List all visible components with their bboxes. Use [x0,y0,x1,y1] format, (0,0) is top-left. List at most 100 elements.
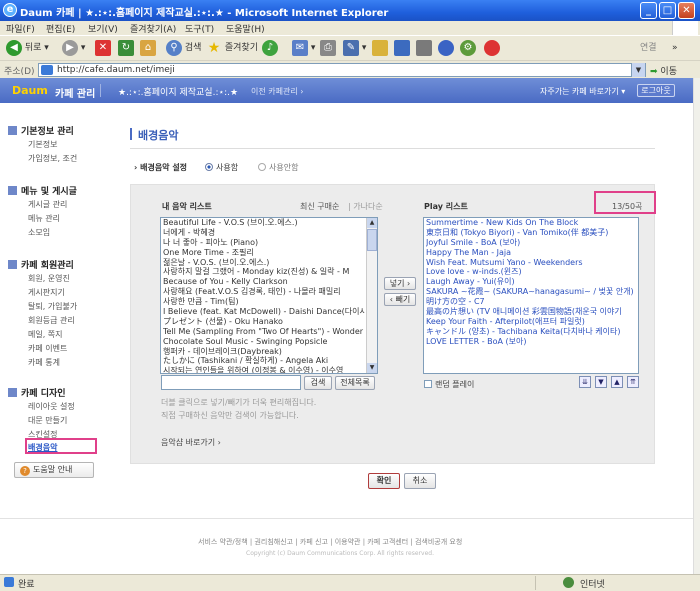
sort-abc-link[interactable]: | 가나다순 [348,201,383,212]
sidebar-section-menu[interactable]: 메뉴 및 게시글 [8,184,77,197]
sidebar-item-withdrawal[interactable]: 탈퇴, 가입불가 [28,301,77,312]
cafe-admin-title[interactable]: 카페 관리 [55,85,95,100]
discuss-button[interactable] [372,39,388,58]
messenger-button[interactable] [394,39,410,58]
sidebar-section-design[interactable]: 카페 디자인 [8,386,66,399]
my-list-item[interactable]: 나 너 좋아 - 피아노 (Piano) [163,238,365,248]
my-list-item[interactable]: 사랑하지 말걸 그랬어 - Monday kiz(진성) & 일락 - M [163,267,365,277]
move-bottom-button[interactable]: ⇊ [579,376,591,388]
favorites-button[interactable]: ★ 즐겨찾기 [206,39,258,58]
sidebar-item-events[interactable]: 카페 이벤트 [28,343,67,354]
my-list-scrollbar[interactable]: ▲ ▼ [366,218,377,373]
my-list-item[interactable]: Chocolate Soul Music - Swinging Popsicle [163,337,365,347]
links-label[interactable]: 연결 [640,39,657,58]
music-shop-link[interactable]: 음악샵 바로가기 › [161,437,221,448]
my-list-item[interactable]: Tell Me (Sampling From "Two Of Hearts") … [163,327,365,337]
sidebar-item-posts[interactable]: 게시글 관리 [28,199,67,210]
my-list-item[interactable]: たしかに (Tashikani / 확실하게) - Angela Aki [163,356,365,366]
my-list-item[interactable]: 사랑한 만큼 - Tim(팀) [163,297,365,307]
confirm-button[interactable]: 확인 [368,473,400,489]
sidebar-item-board-keepers[interactable]: 게시판지기 [28,287,65,298]
sidebar-item-join-info[interactable]: 가입정보, 조건 [28,153,77,164]
toolbar-overflow-icon[interactable]: » [672,39,678,58]
help-button[interactable]: ? 도움말 안내 [14,462,94,478]
move-top-button[interactable]: ⇈ [627,376,639,388]
play-list-item[interactable]: キャンドル (양초) - Tachibana Keita(다치바나 케이타) [426,327,636,337]
my-list-item[interactable]: 시작되는 연인들을 위하여 (이정봉 & 이수영) - 이수영 [163,366,365,373]
remove-button[interactable]: ‹ 빼기 [384,293,416,306]
play-list-item[interactable]: 最高の片想い (TV 애니메이션 彩雲国物語(채운국 이야기 [426,307,636,317]
footer-links[interactable]: 서비스 약관/정책 | 권리침해신고 | 카페 신고 | 이용약관 | 카페 고… [198,537,462,547]
nouse-radio[interactable]: 사용안함 [258,162,298,173]
mail-button[interactable]: ✉ ▾ [292,39,315,58]
play-list-item[interactable]: Love love - w-inds.(윈즈) [426,267,636,277]
my-list-item[interactable]: プレゼント (선물) - Oku Hanako [163,317,365,327]
scroll-thumb[interactable] [367,229,377,251]
my-list-item[interactable]: 너에게 - 박혜경 [163,228,365,238]
minimize-button[interactable]: _ [640,2,657,19]
print-button[interactable]: ⎙ [320,39,336,58]
sidebar-item-mail[interactable]: 메일, 쪽지 [28,329,63,340]
daum-logo[interactable]: Daum [12,84,48,97]
menu-edit[interactable]: 편집(E) [46,22,75,35]
music-search-input[interactable] [161,375,301,390]
sidebar-item-basic-info[interactable]: 기본정보 [28,139,57,150]
media-button[interactable]: ♪ [262,39,278,58]
my-list-item[interactable]: I Believe (feat. Kat McDowell) - Daishi … [163,307,365,317]
menu-help[interactable]: 도움말(H) [226,22,265,35]
prev-cafe-link[interactable]: 이전 카페관리 › [251,86,303,97]
music-search-button[interactable]: 검색 [304,376,332,390]
use-radio[interactable]: 사용함 [205,162,238,173]
my-list-item[interactable]: 행퍼카 - 데이브레이크(Daybreak) [163,347,365,357]
sort-recent-link[interactable]: 최신 구매순 [300,201,339,212]
play-list-item[interactable]: LOVE LETTER - BoA (보아) [426,337,636,347]
my-list-item[interactable]: Because of You - Kelly Clarkson [163,277,365,287]
sidebar-section-basic[interactable]: 기본정보 관리 [8,124,74,137]
my-music-list[interactable]: Beautiful Life - V.O.S (브이.오.에스.) 너에게 - 박… [160,217,378,374]
page-scrollbar[interactable] [693,78,700,574]
sidebar-item-layout[interactable]: 레이아웃 설정 [28,401,75,412]
scroll-up-icon[interactable]: ▲ [367,218,377,228]
add-button[interactable]: 넣기 › [384,277,416,290]
play-list-item[interactable]: Keep Your Faith - Afterpilot(애프터 파일럿) [426,317,636,327]
all-list-button[interactable]: 전체목록 [335,376,375,390]
address-input[interactable]: http://cafe.daum.net/imeji ▼ [38,63,646,77]
play-list-item[interactable]: Summertime - New Kids On The Block [426,218,636,228]
search-button[interactable]: ⚲ 검색 [166,39,201,58]
refresh-button[interactable]: ↻ [118,39,134,58]
maximize-button[interactable]: □ [659,2,676,19]
play-list-item[interactable]: Joyful Smile - BoA (보아) [426,238,636,248]
menu-tools[interactable]: 도구(T) [185,22,214,35]
home-button[interactable]: ⌂ [140,39,156,58]
extra-button-3[interactable] [484,39,500,58]
sidebar-item-members[interactable]: 회원, 운영진 [28,273,70,284]
logout-button[interactable]: 로그아웃 [637,84,675,97]
sidebar-item-bgm[interactable]: 배경음악 [28,442,57,453]
my-list-item[interactable]: 사랑해요 (Feat.V.O.S 김경록, 태인) - 나몰라 패밀리 [163,287,365,297]
play-list-item[interactable]: Laugh Away - Yui(유이) [426,277,636,287]
sidebar-section-member[interactable]: 카페 회원관리 [8,258,74,271]
my-list-item[interactable]: Beautiful Life - V.O.S (브이.오.에스.) [163,218,365,228]
play-list-item[interactable]: 東京日和 (Tokyo Biyori) - Van Tomiko(伴 都美子) [426,228,636,238]
back-button[interactable]: ◀ 뒤로 ▾ [6,39,49,58]
scroll-down-icon[interactable]: ▼ [367,363,377,373]
close-button[interactable]: ✕ [678,2,695,19]
random-play-checkbox[interactable]: 랜덤 플레이 [424,379,474,390]
play-list-item[interactable]: 明け方の空 - C7 [426,297,636,307]
move-up-button[interactable]: ▲ [611,376,623,388]
sidebar-item-stats[interactable]: 카페 통계 [28,357,60,368]
sidebar-item-grades[interactable]: 회원등급 관리 [28,315,75,326]
stop-button[interactable]: ✕ [95,39,111,58]
sidebar-item-menus[interactable]: 메뉴 관리 [28,213,60,224]
cancel-button[interactable]: 취소 [404,473,436,489]
edit-button[interactable]: ✎ ▾ [343,39,366,58]
sidebar-item-front[interactable]: 대문 만들기 [28,415,67,426]
forward-button[interactable]: ▶ ▾ [62,39,85,58]
sidebar-item-groups[interactable]: 소모임 [28,227,50,238]
go-button[interactable]: ➡ 이동 [650,64,677,77]
my-list-item[interactable]: One More Time - 조필리 [163,248,365,258]
extra-button-1[interactable] [438,39,454,58]
extra-button-2[interactable]: ⚙ [460,39,476,58]
cafe-name[interactable]: ★.:⋆:.홈페이지 제작교실.:⋆:.★ [118,85,238,98]
play-list[interactable]: Summertime - New Kids On The Block 東京日和 (… [423,217,639,374]
